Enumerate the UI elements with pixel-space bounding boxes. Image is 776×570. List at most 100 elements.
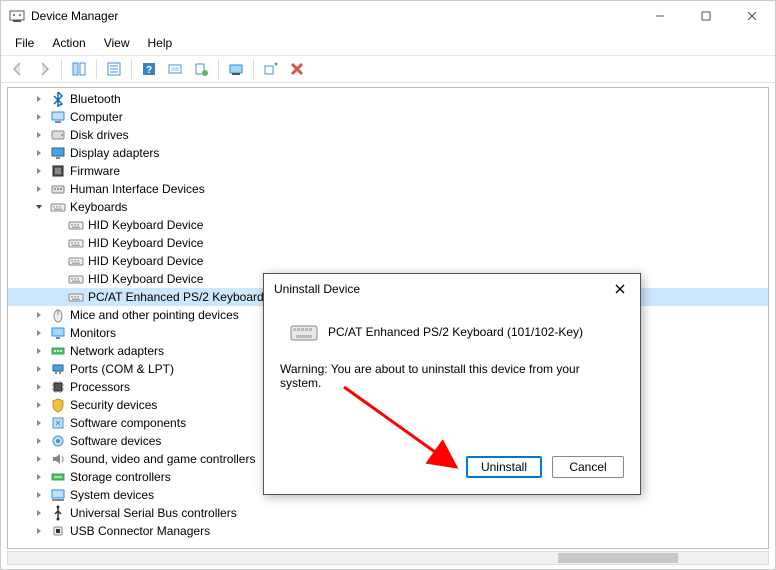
maximize-button[interactable]	[683, 1, 729, 31]
expand-icon[interactable]	[32, 182, 46, 196]
tree-node-label: Universal Serial Bus controllers	[70, 506, 237, 520]
tree-node[interactable]: Human Interface Devices	[8, 180, 768, 198]
back-button[interactable]	[7, 58, 29, 80]
no-expander	[50, 236, 64, 250]
expand-icon[interactable]	[32, 398, 46, 412]
bluetooth-icon	[50, 91, 66, 107]
tree-node-label: Security devices	[70, 398, 157, 412]
tree-node-label: Network adapters	[70, 344, 164, 358]
expand-icon[interactable]	[32, 362, 46, 376]
uninstall-device-button[interactable]	[286, 58, 308, 80]
storage-icon	[50, 469, 66, 485]
scan-hardware-button[interactable]	[164, 58, 186, 80]
swcomp-icon	[50, 415, 66, 431]
dialog-title: Uninstall Device	[274, 282, 360, 296]
expand-icon[interactable]	[32, 416, 46, 430]
tree-node-label: HID Keyboard Device	[88, 272, 203, 286]
tree-node-label: Disk drives	[70, 128, 129, 142]
tree-node-label: Keyboards	[70, 200, 127, 214]
toolbar-separator	[131, 59, 132, 79]
no-expander	[50, 272, 64, 286]
menubar: File Action View Help	[1, 31, 775, 55]
processor-icon	[50, 379, 66, 395]
expand-icon[interactable]	[32, 308, 46, 322]
dialog-close-button[interactable]	[600, 274, 640, 304]
tree-node[interactable]: Bluetooth	[8, 90, 768, 108]
no-expander	[50, 218, 64, 232]
tree-node[interactable]: Keyboards	[8, 198, 768, 216]
keyboard-icon	[68, 289, 84, 305]
tree-node-label: Software components	[70, 416, 186, 430]
keyboard-icon	[290, 322, 318, 342]
expand-icon[interactable]	[32, 326, 46, 340]
keyboard-icon	[68, 217, 84, 233]
tree-node-label: HID Keyboard Device	[88, 236, 203, 250]
help-button[interactable]: ?	[138, 58, 160, 80]
usbconn-icon	[50, 523, 66, 539]
menu-file[interactable]: File	[7, 33, 42, 53]
tree-node[interactable]: USB Connector Managers	[8, 522, 768, 540]
tree-node-label: Monitors	[70, 326, 116, 340]
tree-node[interactable]: Universal Serial Bus controllers	[8, 504, 768, 522]
cancel-button[interactable]: Cancel	[552, 456, 624, 478]
tree-node-label: Storage controllers	[70, 470, 171, 484]
forward-button[interactable]	[33, 58, 55, 80]
tree-node[interactable]: Display adapters	[8, 144, 768, 162]
tree-node-label: HID Keyboard Device	[88, 254, 203, 268]
expand-icon[interactable]	[32, 146, 46, 160]
expand-icon[interactable]	[32, 470, 46, 484]
dialog-device-name: PC/AT Enhanced PS/2 Keyboard (101/102-Ke…	[328, 325, 583, 339]
tree-node-label: Human Interface Devices	[70, 182, 205, 196]
scrollbar-thumb[interactable]	[558, 553, 678, 563]
expand-icon[interactable]	[32, 524, 46, 538]
expand-icon[interactable]	[32, 128, 46, 142]
properties-button[interactable]	[103, 58, 125, 80]
menu-view[interactable]: View	[96, 33, 138, 53]
tree-node[interactable]: HID Keyboard Device	[8, 216, 768, 234]
expand-icon[interactable]	[32, 488, 46, 502]
svg-text:?: ?	[146, 65, 152, 76]
enable-device-button[interactable]	[225, 58, 247, 80]
display-icon	[50, 145, 66, 161]
tree-node-label: Sound, video and game controllers	[70, 452, 255, 466]
keyboard-icon	[50, 199, 66, 215]
keyboard-icon	[68, 271, 84, 287]
minimize-button[interactable]	[637, 1, 683, 31]
tree-node-label: Computer	[70, 110, 123, 124]
close-button[interactable]	[729, 1, 775, 31]
toolbar-separator	[61, 59, 62, 79]
tree-node-label: Ports (COM & LPT)	[70, 362, 174, 376]
tree-node-label: Bluetooth	[70, 92, 121, 106]
titlebar: Device Manager	[1, 1, 775, 31]
tree-node[interactable]: HID Keyboard Device	[8, 252, 768, 270]
toolbar-separator	[253, 59, 254, 79]
tree-node-label: System devices	[70, 488, 154, 502]
expand-icon[interactable]	[32, 452, 46, 466]
add-legacy-hw-button[interactable]	[260, 58, 282, 80]
tree-node-label: Processors	[70, 380, 130, 394]
uninstall-button[interactable]: Uninstall	[466, 456, 542, 478]
tree-node[interactable]: HID Keyboard Device	[8, 234, 768, 252]
update-driver-button[interactable]	[190, 58, 212, 80]
dialog-titlebar[interactable]: Uninstall Device	[264, 274, 640, 304]
tree-node[interactable]: Computer	[8, 108, 768, 126]
toolbar-separator	[96, 59, 97, 79]
expand-icon[interactable]	[32, 164, 46, 178]
collapse-icon[interactable]	[32, 200, 46, 214]
show-hide-tree-button[interactable]	[68, 58, 90, 80]
firmware-icon	[50, 163, 66, 179]
menu-action[interactable]: Action	[44, 33, 93, 53]
expand-icon[interactable]	[32, 110, 46, 124]
expand-icon[interactable]	[32, 92, 46, 106]
expand-icon[interactable]	[32, 344, 46, 358]
menu-help[interactable]: Help	[140, 33, 181, 53]
horizontal-scrollbar[interactable]	[7, 551, 769, 565]
tree-node-label: Mice and other pointing devices	[70, 308, 239, 322]
keyboard-icon	[68, 253, 84, 269]
expand-icon[interactable]	[32, 506, 46, 520]
tree-node[interactable]: Disk drives	[8, 126, 768, 144]
expand-icon[interactable]	[32, 434, 46, 448]
expand-icon[interactable]	[32, 380, 46, 394]
tree-node[interactable]: Firmware	[8, 162, 768, 180]
tree-node-label: Software devices	[70, 434, 161, 448]
